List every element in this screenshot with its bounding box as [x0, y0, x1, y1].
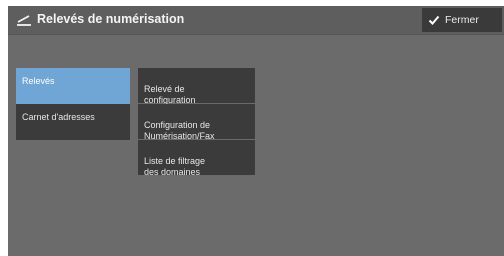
arrow-return-icon — [17, 15, 31, 26]
submenu-item-label: Relevé de configuration — [144, 84, 196, 105]
submenu-item-label: Configuration de Numérisation/Fax — [144, 120, 215, 141]
close-button[interactable]: Fermer — [422, 8, 502, 32]
title-divider — [8, 34, 504, 35]
submenu-item-label: Liste de filtrage des domaines — [144, 156, 206, 177]
releve-configuration-button[interactable]: Relevé de configuration — [138, 68, 255, 105]
nav-item-carnet-adresses[interactable]: Carnet d'adresses — [16, 104, 130, 140]
checkmark-icon — [428, 15, 440, 25]
configuration-numerisation-fax-button[interactable]: Configuration de Numérisation/Fax — [138, 104, 255, 141]
nav-item-label: Relevés — [22, 76, 55, 86]
close-button-label: Fermer — [445, 14, 479, 26]
title-bar: Relevés de numérisation Fermer — [8, 6, 504, 34]
liste-filtrage-domaines-button[interactable]: Liste de filtrage des domaines — [138, 140, 255, 177]
nav-item-releves[interactable]: Relevés — [16, 68, 130, 104]
page-title: Relevés de numérisation — [37, 12, 185, 26]
nav-item-label: Carnet d'adresses — [22, 112, 95, 122]
screen: Relevés de numérisation Fermer Relevés C… — [8, 6, 504, 256]
